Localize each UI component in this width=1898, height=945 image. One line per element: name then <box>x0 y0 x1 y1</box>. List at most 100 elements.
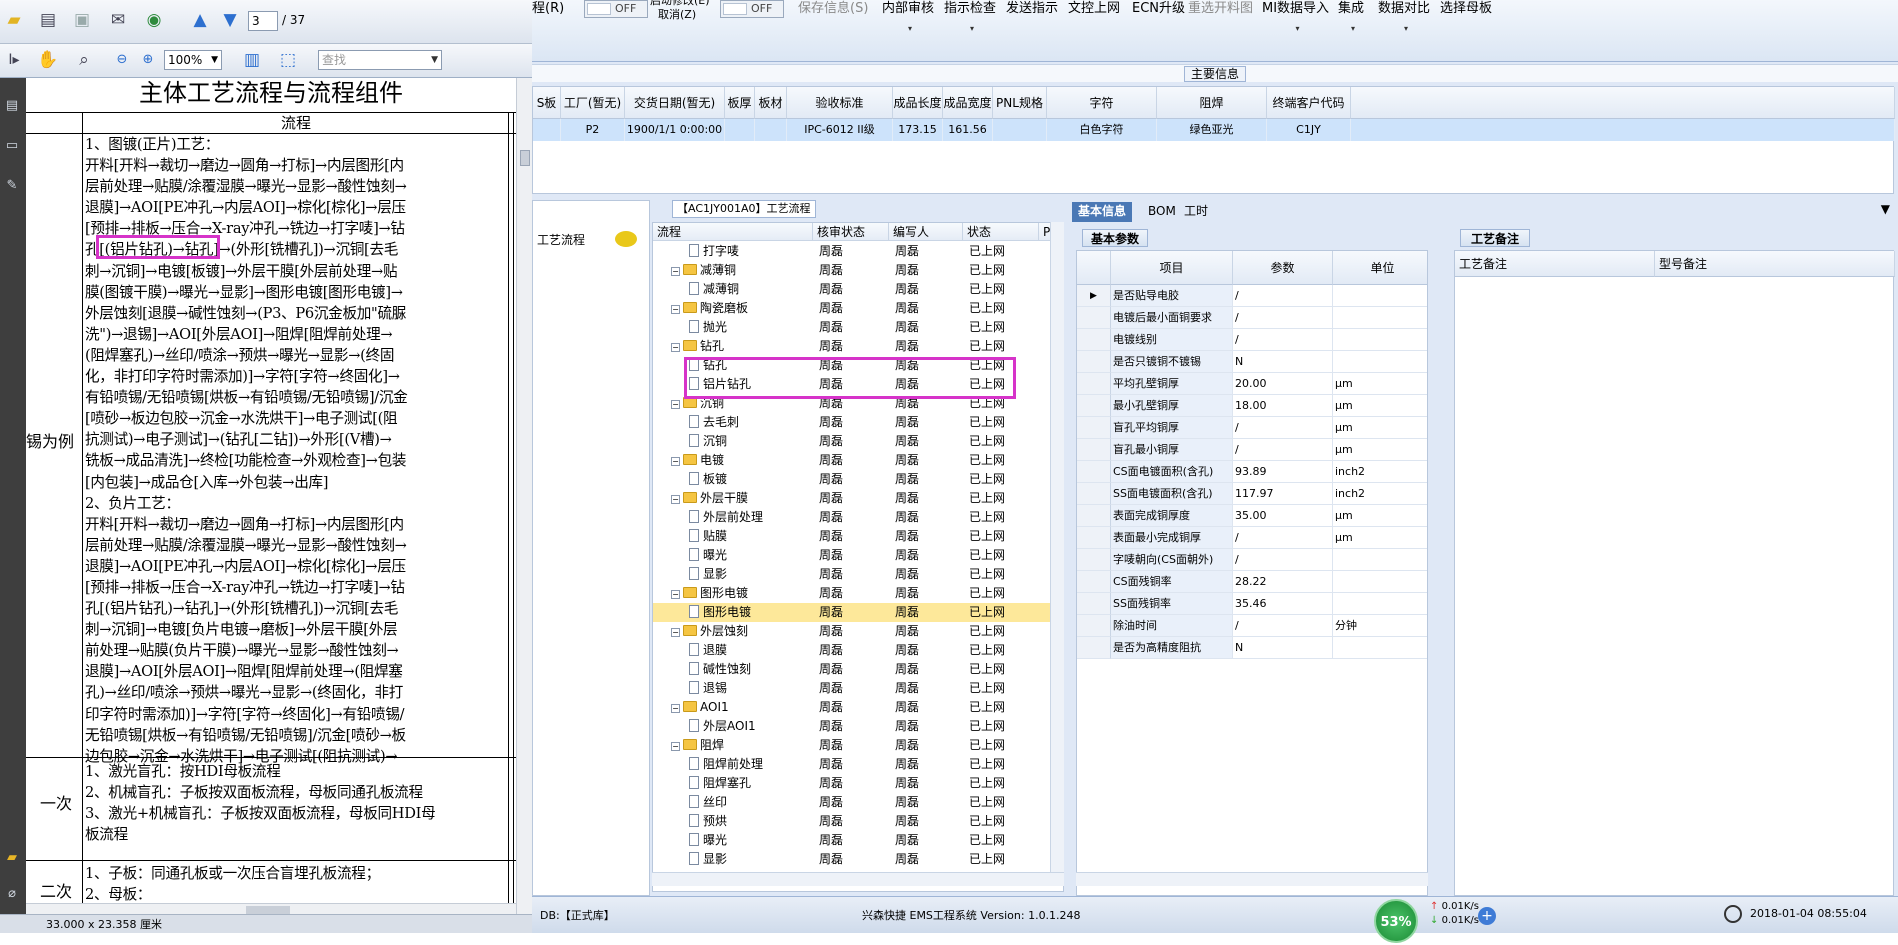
tree-node[interactable]: 显影 <box>689 850 727 869</box>
grid-cell[interactable]: 白色字符 <box>1047 119 1157 141</box>
param-cell[interactable]: / <box>1233 527 1333 549</box>
param-cell[interactable]: SS面残铜率 <box>1111 593 1233 615</box>
param-cell[interactable] <box>1333 571 1427 593</box>
grid-cell[interactable] <box>533 119 561 141</box>
send-instruction-button[interactable]: 发送指示 <box>1006 0 1058 20</box>
param-row[interactable]: 平均孔壁铜厚20.00μm42 <box>1077 373 1427 395</box>
collapse-icon[interactable]: − <box>671 267 680 276</box>
tree-node[interactable]: 阻焊前处理 <box>689 755 763 774</box>
tree-row[interactable]: 阻焊前处理 周磊 周磊 已上网 <box>653 755 1063 774</box>
param-row[interactable]: 电镀后最小面铜要求/103 <box>1077 307 1427 329</box>
ecn-upgrade-button[interactable]: ECN升级 <box>1132 0 1185 20</box>
param-row[interactable]: ▶ 是否贴导电胶 / <box>1077 285 1427 307</box>
row-header[interactable] <box>1077 307 1111 329</box>
toggle-switch-2[interactable]: OFF <box>720 0 784 18</box>
param-row[interactable]: 盲孔最小铜厚/μm42 <box>1077 439 1427 461</box>
zoom-tool-icon[interactable]: ⌕ <box>72 48 96 72</box>
tree-node[interactable]: − AOI1 <box>671 698 729 717</box>
param-row[interactable]: 字唛朝向(CS面朝外) / <box>1077 549 1427 571</box>
row-header[interactable] <box>1077 483 1111 505</box>
tree-row[interactable]: − 减薄铜 周磊 周磊 已上网 <box>653 261 1063 280</box>
param-cell[interactable]: inch2 <box>1333 461 1427 483</box>
tree-vertical-scrollbar[interactable] <box>1050 222 1064 872</box>
tree-row[interactable]: 板镀 周磊 周磊 已上网 <box>653 470 1063 489</box>
tree-node[interactable]: 减薄铜 <box>689 280 739 299</box>
collapse-icon[interactable]: − <box>671 742 680 751</box>
tree-row[interactable]: 去毛刺 周磊 周磊 已上网 <box>653 413 1063 432</box>
param-cell[interactable]: / <box>1233 615 1333 637</box>
param-cell[interactable] <box>1333 307 1427 329</box>
param-cell[interactable]: 28.22 <box>1233 571 1333 593</box>
grid-cell[interactable]: C1JY <box>1267 119 1351 141</box>
col-header[interactable]: PNL规格 <box>993 87 1047 119</box>
page-down-icon[interactable]: ▼ <box>218 8 242 32</box>
search-input[interactable]: 查找 ▼ <box>318 50 442 70</box>
tree-row[interactable]: − 电镀 周磊 周磊 已上网 <box>653 451 1063 470</box>
tree-row[interactable]: − 钻孔 周磊 周磊 已上网 <box>653 337 1063 356</box>
param-row[interactable]: 除油时间/分钟42 <box>1077 615 1427 637</box>
tree-node[interactable]: − 阻焊 <box>671 736 724 755</box>
tree-col-header[interactable]: 编写人 <box>889 223 963 241</box>
col-header[interactable]: 型号备注 <box>1655 251 1895 277</box>
tab-basic-info[interactable]: 基本信息 <box>1072 202 1133 222</box>
param-row[interactable]: 最小孔壁铜厚18.00μm52 <box>1077 395 1427 417</box>
col-header[interactable]: 板厚 <box>725 87 755 119</box>
params-horizontal-scrollbar[interactable] <box>1076 872 1428 886</box>
param-cell[interactable]: 平均孔壁铜厚 <box>1111 373 1233 395</box>
tree-row[interactable]: 退锡 周磊 周磊 已上网 <box>653 679 1063 698</box>
row-header[interactable] <box>1077 461 1111 483</box>
reselect-cutting-button[interactable]: 重选开料图 <box>1188 0 1253 20</box>
param-cell[interactable]: N <box>1233 637 1333 659</box>
tree-node[interactable]: 打字唛 <box>689 242 739 261</box>
param-cell[interactable]: 117.97 <box>1233 483 1333 505</box>
integrate-button[interactable]: 集成 ▾ <box>1338 0 1364 33</box>
param-cell[interactable]: / <box>1233 285 1333 307</box>
param-cell[interactable]: 电镀后最小面铜要求 <box>1111 307 1233 329</box>
param-row[interactable]: SS面残铜率35.4650 <box>1077 593 1427 615</box>
cancel-button[interactable]: 取消(Z) <box>658 6 696 26</box>
param-cell[interactable]: inch2 <box>1333 483 1427 505</box>
param-cell[interactable]: 分钟 <box>1333 615 1427 637</box>
grid-cell[interactable]: IPC-6012 II级 <box>787 119 893 141</box>
tree-node[interactable]: 丝印 <box>689 793 727 812</box>
param-cell[interactable]: 盲孔平均铜厚 <box>1111 417 1233 439</box>
select-motherboard-button[interactable]: 选择母板 <box>1440 0 1492 20</box>
tree-node[interactable]: 贴膜 <box>689 527 727 546</box>
tree-col-header[interactable]: 状态 <box>963 223 1039 241</box>
row-header[interactable] <box>1077 593 1111 615</box>
tree-node[interactable]: 板镀 <box>689 470 727 489</box>
param-cell[interactable] <box>1333 593 1427 615</box>
tree-node[interactable]: − 外层干膜 <box>671 489 748 508</box>
col-header[interactable]: 阻焊 <box>1157 87 1267 119</box>
internal-review-button[interactable]: 内部审核 ▾ <box>882 0 934 33</box>
tree-node[interactable]: − 陶瓷磨板 <box>671 299 748 318</box>
print-icon[interactable]: ▤ <box>36 8 60 32</box>
scroll-thumb[interactable] <box>246 906 290 914</box>
process-left-label[interactable]: 工艺流程 <box>537 231 585 248</box>
tree-node[interactable]: 外层AOI1 <box>689 717 756 736</box>
collapse-icon[interactable]: − <box>671 457 680 466</box>
param-row[interactable]: CS面残铜率28.2250 <box>1077 571 1427 593</box>
param-cell[interactable]: 20.00 <box>1233 373 1333 395</box>
tree-row[interactable]: 显影 周磊 周磊 已上网 <box>653 850 1063 869</box>
collapse-icon[interactable]: − <box>671 628 680 637</box>
select-tool-icon[interactable]: I▸ <box>2 48 26 72</box>
tree-node[interactable]: − 钻孔 <box>671 337 724 356</box>
param-cell[interactable] <box>1333 329 1427 351</box>
param-cell[interactable]: N <box>1233 351 1333 373</box>
grid-cell[interactable]: 161.56 <box>943 119 993 141</box>
tree-row[interactable]: − 外层干膜 周磊 周磊 已上网 <box>653 489 1063 508</box>
param-cell[interactable]: 电镀线别 <box>1111 329 1233 351</box>
row-header[interactable] <box>1077 351 1111 373</box>
grid-cell[interactable]: 绿色亚光 <box>1157 119 1267 141</box>
basic-params-grid[interactable]: 项目 参数 单位 ▶是否贴导电胶/电镀后最小面铜要求/103电镀线别/是否只镀铜… <box>1076 250 1428 896</box>
param-cell[interactable]: 93.89 <box>1233 461 1333 483</box>
param-cell[interactable]: 表面最小完成铜厚 <box>1111 527 1233 549</box>
tree-col-header[interactable]: 核审状态 <box>813 223 889 241</box>
param-cell[interactable]: / <box>1233 307 1333 329</box>
save-info-button[interactable]: 保存信息(S) <box>798 0 868 20</box>
comment-icon[interactable] <box>615 231 637 247</box>
tree-col-header[interactable]: 流程 <box>653 223 813 241</box>
mi-data-import-button[interactable]: MI数据导入 ▾ <box>1262 0 1329 33</box>
tree-row[interactable]: 打字唛 周磊 周磊 已上网 <box>653 242 1063 261</box>
